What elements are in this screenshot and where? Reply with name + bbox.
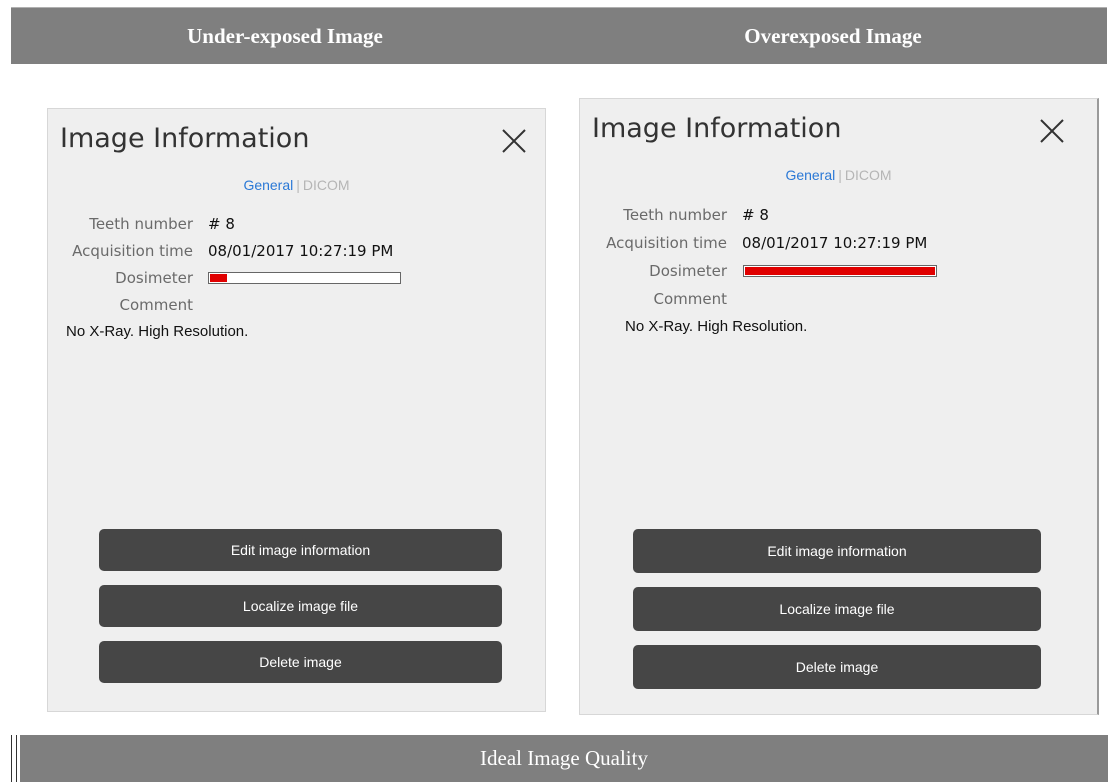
- tab-dicom[interactable]: DICOM: [845, 167, 892, 183]
- tab-dicom[interactable]: DICOM: [303, 177, 350, 193]
- ideal-image-quality-heading: Ideal Image Quality: [480, 746, 648, 770]
- tab-general[interactable]: General: [785, 167, 835, 183]
- dosimeter-fill: [745, 267, 935, 275]
- acquisition-time-label: Acquisition time: [72, 242, 193, 260]
- close-icon[interactable]: [500, 127, 528, 155]
- localize-image-file-button[interactable]: Localize image file: [99, 585, 502, 627]
- tab-separator: |: [296, 177, 300, 193]
- edit-image-information-button[interactable]: Edit image information: [99, 529, 502, 571]
- teeth-number-label: Teeth number: [89, 215, 193, 233]
- footer-bar: Ideal Image Quality: [20, 735, 1108, 782]
- header-bar: Under-exposed Image Overexposed Image: [11, 7, 1107, 64]
- close-icon[interactable]: [1038, 117, 1066, 145]
- acquisition-time-value: 08/01/2017 10:27:19 PM: [742, 234, 928, 252]
- teeth-number-value: # 8: [208, 215, 235, 233]
- comment-value: No X-Ray. High Resolution.: [66, 323, 249, 340]
- acquisition-time-label: Acquisition time: [606, 234, 727, 252]
- acquisition-time-value: 08/01/2017 10:27:19 PM: [208, 242, 394, 260]
- info-tabs: General | DICOM: [580, 167, 1097, 183]
- tab-separator: |: [838, 167, 842, 183]
- delete-image-button[interactable]: Delete image: [633, 645, 1041, 689]
- panel-title: Image Information: [60, 123, 310, 154]
- tab-general[interactable]: General: [243, 177, 293, 193]
- comment-label: Comment: [119, 296, 194, 314]
- dosimeter-label: Dosimeter: [649, 262, 727, 280]
- teeth-number-value: # 8: [742, 206, 769, 224]
- info-tabs: General | DICOM: [48, 177, 545, 193]
- localize-image-file-button[interactable]: Localize image file: [633, 587, 1041, 631]
- teeth-number-label: Teeth number: [623, 206, 727, 224]
- comment-value: No X-Ray. High Resolution.: [625, 318, 808, 335]
- footer-edge-lines: [11, 735, 17, 782]
- image-information-panel-under-exposed: Image Information General | DICOM Teeth nu…: [47, 108, 546, 712]
- edit-image-information-button[interactable]: Edit image information: [633, 529, 1041, 573]
- dosimeter-bar: [208, 272, 401, 284]
- under-exposed-heading: Under-exposed Image: [187, 24, 383, 48]
- comment-label: Comment: [653, 290, 728, 308]
- panel-title: Image Information: [592, 113, 842, 144]
- dosimeter-fill: [210, 274, 227, 282]
- dosimeter-label: Dosimeter: [115, 269, 193, 287]
- delete-image-button[interactable]: Delete image: [99, 641, 502, 683]
- overexposed-heading: Overexposed Image: [744, 24, 922, 48]
- image-information-panel-overexposed: Image Information General | DICOM Teeth nu…: [579, 98, 1099, 715]
- dosimeter-bar: [743, 265, 937, 277]
